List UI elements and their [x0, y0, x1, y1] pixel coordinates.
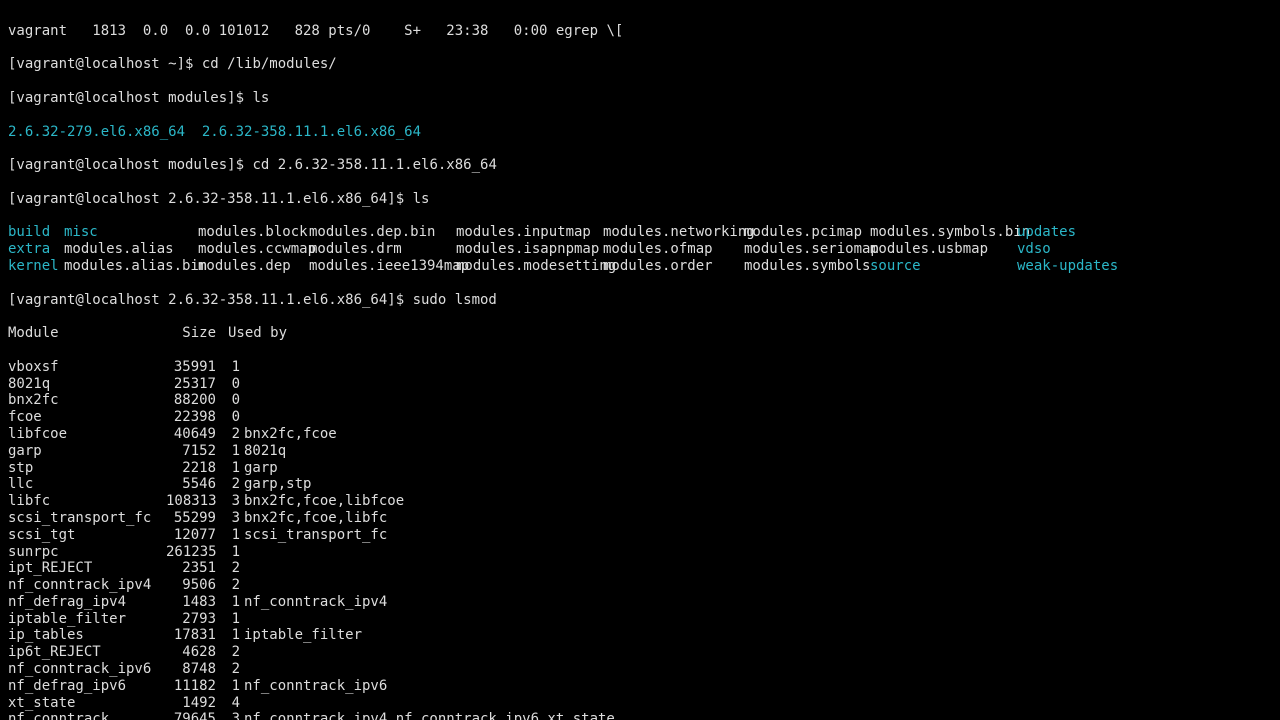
- ls-entry: misc: [64, 224, 198, 241]
- ls-entry: modules.dep: [198, 258, 309, 275]
- ls-entry: kernel: [8, 258, 64, 275]
- ls-entry: extra: [8, 241, 64, 258]
- lsmod-header: ModuleSizeUsed by: [8, 325, 1272, 342]
- terminal[interactable]: vagrant 1813 0.0 0.0 101012 828 pts/0 S+…: [0, 0, 1280, 720]
- ls-entry: modules.modesetting: [456, 258, 603, 275]
- ls-entry: updates: [1017, 224, 1081, 241]
- ls-entry: modules.usbmap: [870, 241, 1017, 258]
- lsmod-row: garp715218021q: [8, 443, 1272, 460]
- lsmod-row: ipt_REJECT23512: [8, 560, 1272, 577]
- lsmod-row: ip_tables178311iptable_filter: [8, 627, 1272, 644]
- lsmod-row: nf_defrag_ipv6111821nf_conntrack_ipv6: [8, 678, 1272, 695]
- ls-entry: modules.drm: [309, 241, 456, 258]
- lsmod-row: scsi_tgt120771scsi_transport_fc: [8, 527, 1272, 544]
- ls-entry: modules.symbols.bin: [870, 224, 1017, 241]
- lsmod-row: fcoe223980: [8, 409, 1272, 426]
- lsmod-row: sunrpc2612351: [8, 544, 1272, 561]
- lsmod-row: nf_conntrack_ipv687482: [8, 661, 1272, 678]
- lsmod-row: libfcoe406492bnx2fc,fcoe: [8, 426, 1272, 443]
- ls-entry: modules.pcimap: [744, 224, 870, 241]
- lsmod-row: scsi_transport_fc552993bnx2fc,fcoe,libfc: [8, 510, 1272, 527]
- lsmod-row: nf_defrag_ipv414831nf_conntrack_ipv4: [8, 594, 1272, 611]
- ls-entry: build: [8, 224, 64, 241]
- lsmod-row: ip6t_REJECT46282: [8, 644, 1272, 661]
- lsmod-row: bnx2fc882000: [8, 392, 1272, 409]
- ls-entry: modules.isapnpmap: [456, 241, 603, 258]
- lsmod-row: nf_conntrack796453nf_conntrack_ipv4,nf_c…: [8, 711, 1272, 720]
- lsmod-row: nf_conntrack_ipv495062: [8, 577, 1272, 594]
- ls-entry: modules.inputmap: [456, 224, 603, 241]
- ls-output: buildmiscmodules.blockmodules.dep.binmod…: [8, 224, 1272, 274]
- ls-entry: modules.ofmap: [603, 241, 744, 258]
- lsmod-row: iptable_filter27931: [8, 611, 1272, 628]
- ls-entry: modules.dep.bin: [309, 224, 456, 241]
- ls-entry: modules.symbols: [744, 258, 870, 275]
- cmd-ls-kver: [vagrant@localhost 2.6.32-358.11.1.el6.x…: [8, 191, 1272, 208]
- lsmod-output: vboxsf3599118021q253170bnx2fc882000fcoe2…: [8, 359, 1272, 720]
- ls-entry: modules.alias.bin: [64, 258, 198, 275]
- ls-entry: modules.ieee1394map: [309, 258, 456, 275]
- lsmod-row: libfc1083133bnx2fc,fcoe,libfcoe: [8, 493, 1272, 510]
- ls-module-dirs: 2.6.32-279.el6.x86_64 2.6.32-358.11.1.el…: [8, 124, 1272, 141]
- lsmod-row: stp22181garp: [8, 460, 1272, 477]
- lsmod-row: xt_state14924: [8, 695, 1272, 712]
- ls-entry: modules.seriomap: [744, 241, 870, 258]
- cmd-cd-modules: [vagrant@localhost ~]$ cd /lib/modules/: [8, 56, 1272, 73]
- ls-entry: modules.order: [603, 258, 744, 275]
- lsmod-row: llc55462garp,stp: [8, 476, 1272, 493]
- ps-output-line: vagrant 1813 0.0 0.0 101012 828 pts/0 S+…: [8, 23, 1272, 40]
- ls-entry: source: [870, 258, 1017, 275]
- ls-entry: weak-updates: [1017, 258, 1081, 275]
- ls-entry: modules.networking: [603, 224, 744, 241]
- ls-entry: modules.alias: [64, 241, 198, 258]
- ls-entry: modules.ccwmap: [198, 241, 309, 258]
- ls-entry: vdso: [1017, 241, 1081, 258]
- lsmod-row: 8021q253170: [8, 376, 1272, 393]
- ls-entry: modules.block: [198, 224, 309, 241]
- cmd-lsmod: [vagrant@localhost 2.6.32-358.11.1.el6.x…: [8, 292, 1272, 309]
- cmd-ls-modules: [vagrant@localhost modules]$ ls: [8, 90, 1272, 107]
- lsmod-row: vboxsf359911: [8, 359, 1272, 376]
- cmd-cd-kver: [vagrant@localhost modules]$ cd 2.6.32-3…: [8, 157, 1272, 174]
